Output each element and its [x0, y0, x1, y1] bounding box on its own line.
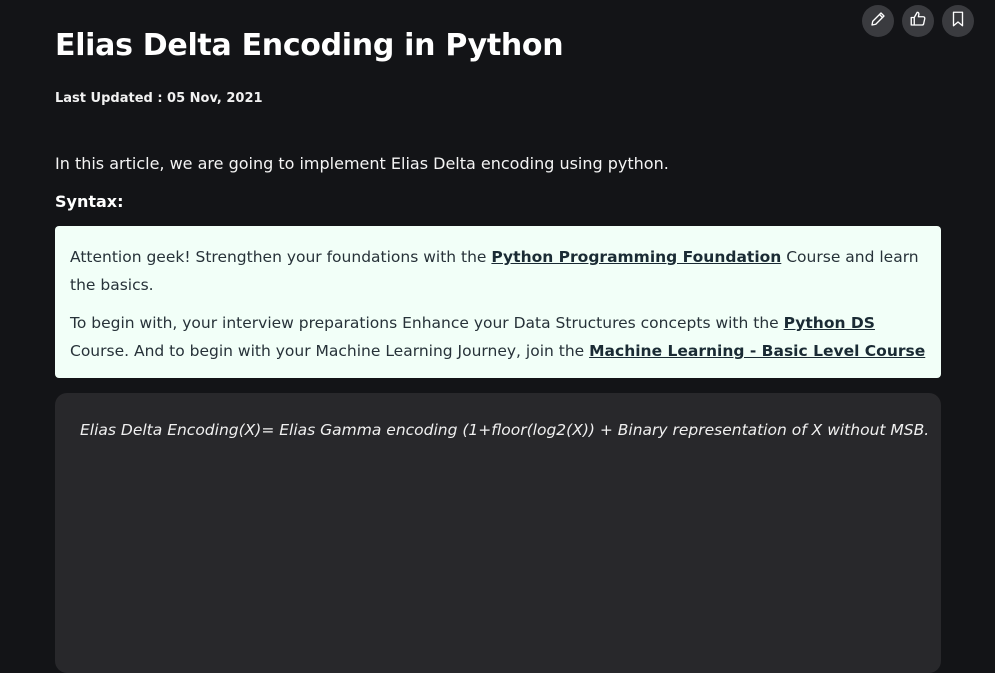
syntax-code-block: Elias Delta Encoding(X)= Elias Gamma enc…	[55, 393, 941, 673]
syntax-formula: Elias Delta Encoding(X)= Elias Gamma enc…	[80, 421, 930, 439]
syntax-heading: Syntax:	[55, 192, 124, 211]
thumbs-up-icon	[909, 10, 927, 32]
notice-paragraph-1: Attention geek! Strengthen your foundati…	[70, 243, 926, 299]
pencil-icon	[869, 10, 887, 32]
bookmark-icon	[949, 10, 967, 32]
intro-text: In this article, we are going to impleme…	[55, 154, 669, 173]
notice-text: Attention geek! Strengthen your foundati…	[70, 248, 492, 266]
course-notice: Attention geek! Strengthen your foundati…	[55, 226, 941, 378]
python-foundation-link[interactable]: Python Programming Foundation	[491, 248, 781, 266]
machine-learning-link[interactable]: Machine Learning - Basic Level Course	[589, 342, 925, 360]
python-ds-link[interactable]: Python DS	[784, 314, 875, 332]
bookmark-button[interactable]	[942, 5, 974, 37]
page-title: Elias Delta Encoding in Python	[55, 28, 564, 63]
last-updated: Last Updated : 05 Nov, 2021	[55, 91, 263, 106]
article-toolbar	[862, 5, 974, 37]
notice-paragraph-2: To begin with, your interview preparatio…	[70, 309, 926, 365]
edit-button[interactable]	[862, 5, 894, 37]
like-button[interactable]	[902, 5, 934, 37]
notice-text: Course. And to begin with your Machine L…	[70, 342, 590, 360]
notice-text: To begin with, your interview preparatio…	[70, 314, 784, 332]
